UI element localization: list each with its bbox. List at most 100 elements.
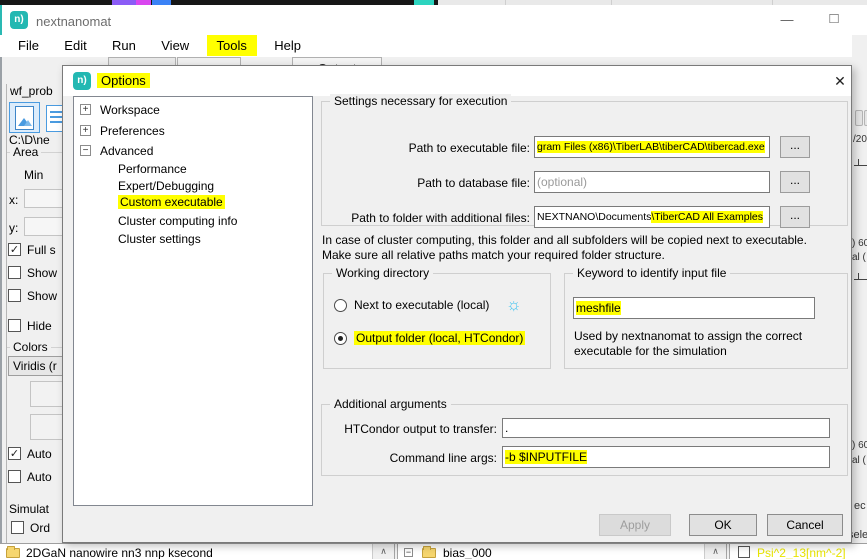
tree-item-cluster-settings[interactable]: Cluster settings	[118, 232, 201, 246]
full-scale-label: Full s	[27, 243, 56, 257]
hint-bulb-icon: ☼	[506, 296, 522, 313]
output-folder-radio[interactable]	[334, 332, 347, 345]
expand-icon[interactable]: +	[80, 104, 91, 115]
executable-path-label: Path to executable file:	[332, 141, 530, 155]
bottom-file-panels: 2DGaN nanowire nn3 nnp ksecond ∧ − bias_…	[0, 543, 867, 559]
menu-file[interactable]: File	[10, 35, 47, 56]
auto-checkbox-2[interactable]	[8, 470, 21, 483]
expand-icon[interactable]: +	[80, 125, 91, 136]
database-path-label: Path to database file:	[332, 176, 530, 190]
menu-run[interactable]: Run	[104, 35, 144, 56]
database-path-input[interactable]: (optional)	[534, 171, 770, 193]
window-title: nextnanomat	[36, 14, 111, 29]
apply-button[interactable]: Apply	[599, 514, 671, 536]
settings-group: Settings necessary for execution Path to…	[321, 101, 848, 226]
browse-additional-files-button[interactable]: ...	[780, 206, 810, 228]
panel-separator	[726, 544, 730, 559]
tree-item-performance[interactable]: Performance	[118, 162, 187, 176]
image-file-icon	[15, 106, 34, 130]
keyword-help-line2: executable for the simulation	[574, 344, 727, 358]
output-folder-item[interactable]: 2DGaN nanowire nn3 nnp ksecond	[26, 546, 366, 559]
tree-item-preferences[interactable]: Preferences	[100, 124, 165, 138]
sidebar-divider	[6, 84, 7, 544]
ok-button[interactable]: OK	[689, 514, 757, 536]
menu-edit[interactable]: Edit	[56, 35, 94, 56]
command-line-args-value: -b $INPUTFILE	[505, 450, 587, 464]
tree-item-expert-debugging[interactable]: Expert/Debugging	[118, 179, 214, 193]
collapse-icon[interactable]: −	[80, 145, 91, 156]
menu-tools[interactable]: Tools	[207, 35, 257, 56]
trace-item-label[interactable]: Psi^2_13[nm^-2]	[757, 546, 867, 559]
folder-icon	[6, 548, 20, 558]
palette-dropdown[interactable]: Viridis (r	[8, 356, 70, 376]
cancel-button[interactable]: Cancel	[767, 514, 843, 536]
additional-arguments-group: Additional arguments HTCondor output to …	[321, 404, 848, 476]
additional-arguments-title: Additional arguments	[330, 397, 451, 411]
axis-fragment: /20	[853, 134, 867, 145]
keyword-group: Keyword to identify input file meshfile …	[564, 273, 848, 369]
tree-item-cluster-computing-info[interactable]: Cluster computing info	[118, 214, 237, 228]
app-logo-icon: n)	[10, 11, 28, 29]
text-fragment: ec	[854, 500, 866, 512]
keyword-input[interactable]: meshfile	[573, 297, 815, 319]
show-checkbox-2[interactable]	[8, 289, 21, 302]
menu-help[interactable]: Help	[266, 35, 309, 56]
axis-fragment: ) 60	[852, 238, 867, 249]
window-titlebar: n) nextnanomat — □	[0, 5, 867, 35]
dialog-title: Options	[97, 73, 150, 88]
toolbar-fragment	[855, 110, 863, 126]
axis-fragment: ) 60	[852, 440, 867, 451]
working-directory-title: Working directory	[332, 266, 433, 280]
options-tree: + Workspace + Preferences − Advanced Per…	[73, 96, 313, 506]
axis-fragment: al (	[852, 252, 866, 263]
tree-item-workspace[interactable]: Workspace	[100, 103, 160, 117]
x-label: x:	[9, 193, 18, 207]
next-to-executable-label: Next to executable (local)	[354, 298, 489, 312]
plot-view-button[interactable]	[9, 102, 40, 133]
menu-view[interactable]: View	[153, 35, 197, 56]
additional-files-path-highlight: \TiberCAD All Examples	[651, 211, 763, 223]
trace-checkbox[interactable]	[738, 546, 750, 558]
hide-label: Hide	[27, 319, 52, 333]
output-folder-label: Output folder (local, HTCondor)	[354, 331, 525, 345]
background-right-strip: /20 ) 60 al ( ) 60 al ( ec sele	[852, 35, 867, 559]
axis-line	[854, 279, 867, 280]
cluster-note-line1: In case of cluster computing, this folde…	[322, 233, 807, 247]
htcondor-output-input[interactable]: .	[502, 418, 830, 438]
order-label: Ord	[30, 521, 50, 535]
axis-fragment: al (	[852, 455, 866, 466]
auto-checkbox-1[interactable]: ✓	[8, 447, 21, 460]
area-group-title: Area	[10, 145, 41, 159]
keyword-help-line1: Used by nextnanomat to assign the correc…	[574, 329, 802, 343]
colors-group-title: Colors	[10, 340, 51, 354]
dialog-titlebar: n) Options ✕	[63, 66, 851, 96]
axis-line	[854, 165, 867, 166]
bias-tree-item[interactable]: bias_000	[443, 546, 693, 559]
additional-files-path-label: Path to folder with additional files:	[332, 211, 530, 225]
command-line-args-input[interactable]: -b $INPUTFILE	[502, 446, 830, 468]
command-line-args-label: Command line args:	[332, 451, 497, 465]
tree-item-custom-executable[interactable]: Custom executable	[118, 195, 225, 209]
text-fragment: sele	[852, 529, 867, 541]
dialog-close-icon[interactable]: ✕	[831, 72, 849, 90]
browse-database-button[interactable]: ...	[780, 171, 810, 193]
maximize-button[interactable]: □	[824, 10, 844, 27]
scroll-up-button[interactable]: ∧	[704, 544, 726, 559]
executable-path-input[interactable]: gram Files (x86)\TiberLAB\tiberCAD\tiber…	[534, 136, 770, 158]
minimize-button[interactable]: —	[777, 12, 797, 27]
hide-checkbox[interactable]	[8, 319, 21, 332]
show-checkbox-1[interactable]	[8, 266, 21, 279]
next-to-executable-radio[interactable]	[334, 299, 347, 312]
cluster-note-line2: Make sure all relative paths match your …	[322, 248, 665, 262]
browse-executable-button[interactable]: ...	[780, 136, 810, 158]
scroll-up-button[interactable]: ∧	[372, 544, 394, 559]
tree-collapse-icon[interactable]: −	[404, 548, 413, 557]
simulation-group-title: Simulat	[9, 502, 49, 516]
show-label-1: Show	[27, 266, 57, 280]
additional-files-path-input[interactable]: NEXTNANO\Documents\TiberCAD All Examples	[534, 206, 770, 228]
tree-item-advanced[interactable]: Advanced	[100, 144, 153, 158]
full-scale-checkbox[interactable]: ✓	[8, 243, 21, 256]
dialog-logo-icon: n)	[73, 72, 91, 90]
auto-label-2: Auto	[27, 470, 52, 484]
order-checkbox[interactable]	[11, 521, 24, 534]
